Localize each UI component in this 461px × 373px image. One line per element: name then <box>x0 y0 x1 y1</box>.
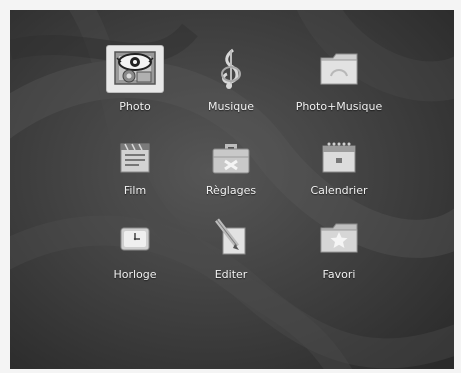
calendar-icon <box>319 138 359 176</box>
menu-item-label: Film <box>123 184 147 197</box>
menu-item-musique[interactable]: Musique <box>176 46 286 126</box>
menu-screen: Photo Musique Photo+Musique Film Règlage… <box>10 10 454 369</box>
menu-item-horloge[interactable]: Horloge <box>80 222 190 302</box>
menu-item-editer[interactable]: Editer <box>176 216 286 296</box>
menu-item-label: Photo <box>119 100 151 113</box>
device-frame: Photo Musique Photo+Musique Film Règlage… <box>0 0 461 373</box>
menu-item-favori[interactable]: Favori <box>284 218 394 298</box>
menu-item-photo-musique[interactable]: Photo+Musique <box>284 46 394 126</box>
music-clef-icon <box>211 46 251 90</box>
app-menu-grid: Photo Musique Photo+Musique Film Règlage… <box>10 10 454 369</box>
clock-icon <box>115 222 155 256</box>
star-folder-icon <box>317 218 361 258</box>
pen-edit-icon <box>211 216 251 258</box>
menu-item-label: Musique <box>208 100 254 113</box>
menu-item-label: Horloge <box>113 268 157 281</box>
menu-item-label: Photo+Musique <box>295 100 383 113</box>
toolbox-icon <box>209 138 253 176</box>
folder-icon <box>317 46 361 90</box>
photo-eye-icon <box>107 46 163 92</box>
menu-item-label: Editer <box>214 268 248 281</box>
film-reel-icon <box>115 140 155 176</box>
menu-item-calendrier[interactable]: Calendrier <box>284 138 394 218</box>
menu-item-label: Règlages <box>205 184 257 197</box>
menu-item-reglages[interactable]: Règlages <box>176 138 286 218</box>
menu-item-label: Calendrier <box>310 184 368 197</box>
menu-item-photo[interactable]: Photo <box>80 46 190 126</box>
menu-item-film[interactable]: Film <box>80 140 190 220</box>
menu-item-label: Favori <box>322 268 356 281</box>
